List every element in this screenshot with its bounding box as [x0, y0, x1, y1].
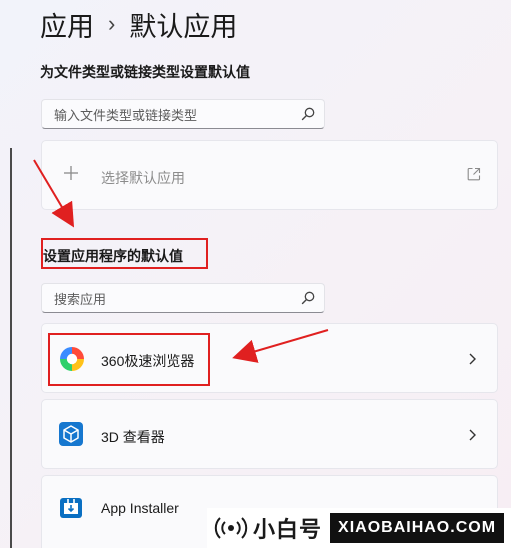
- search-icon[interactable]: [300, 290, 316, 306]
- app-name: 3D 查看器: [101, 429, 165, 445]
- file-type-search-input[interactable]: [52, 100, 298, 130]
- breadcrumb-separator: ›: [108, 11, 116, 36]
- choose-default-app-card[interactable]: 选择默认应用: [41, 140, 498, 210]
- watermark-domain: XIAOBAIHAO.COM: [330, 513, 505, 543]
- breadcrumb-parent[interactable]: 应用: [40, 5, 94, 44]
- page-title: 默认应用: [129, 11, 238, 42]
- choose-default-app-label: 选择默认应用: [101, 170, 185, 186]
- chevron-right-icon[interactable]: [467, 352, 477, 366]
- app-search-input[interactable]: [52, 284, 298, 314]
- plus-icon: [64, 166, 78, 180]
- left-edge-line: [10, 148, 12, 548]
- app-installer-icon: [60, 498, 82, 518]
- file-type-search-box[interactable]: [41, 99, 325, 130]
- app-list-item[interactable]: 360极速浏览器: [41, 323, 498, 393]
- file-types-heading: 为文件类型或链接类型设置默认值: [40, 64, 250, 80]
- app-name: App Installer: [101, 500, 179, 516]
- watermark: 小白号 XIAOBAIHAO.COM: [207, 508, 511, 548]
- chevron-right-icon[interactable]: [467, 428, 477, 442]
- app-search-box[interactable]: [41, 283, 325, 314]
- watermark-name: 小白号: [253, 517, 323, 542]
- search-icon[interactable]: [300, 106, 316, 122]
- 3d-viewer-icon: [59, 422, 83, 446]
- open-external-icon[interactable]: [467, 167, 481, 181]
- app-list-item[interactable]: 3D 查看器: [41, 399, 498, 469]
- app-name: 360极速浏览器: [101, 353, 195, 369]
- app-defaults-heading: 设置应用程序的默认值: [43, 248, 183, 264]
- 360-browser-icon: [60, 347, 84, 371]
- breadcrumb: 应用 › 默认应用: [40, 4, 237, 44]
- broadcast-icon: [214, 517, 248, 539]
